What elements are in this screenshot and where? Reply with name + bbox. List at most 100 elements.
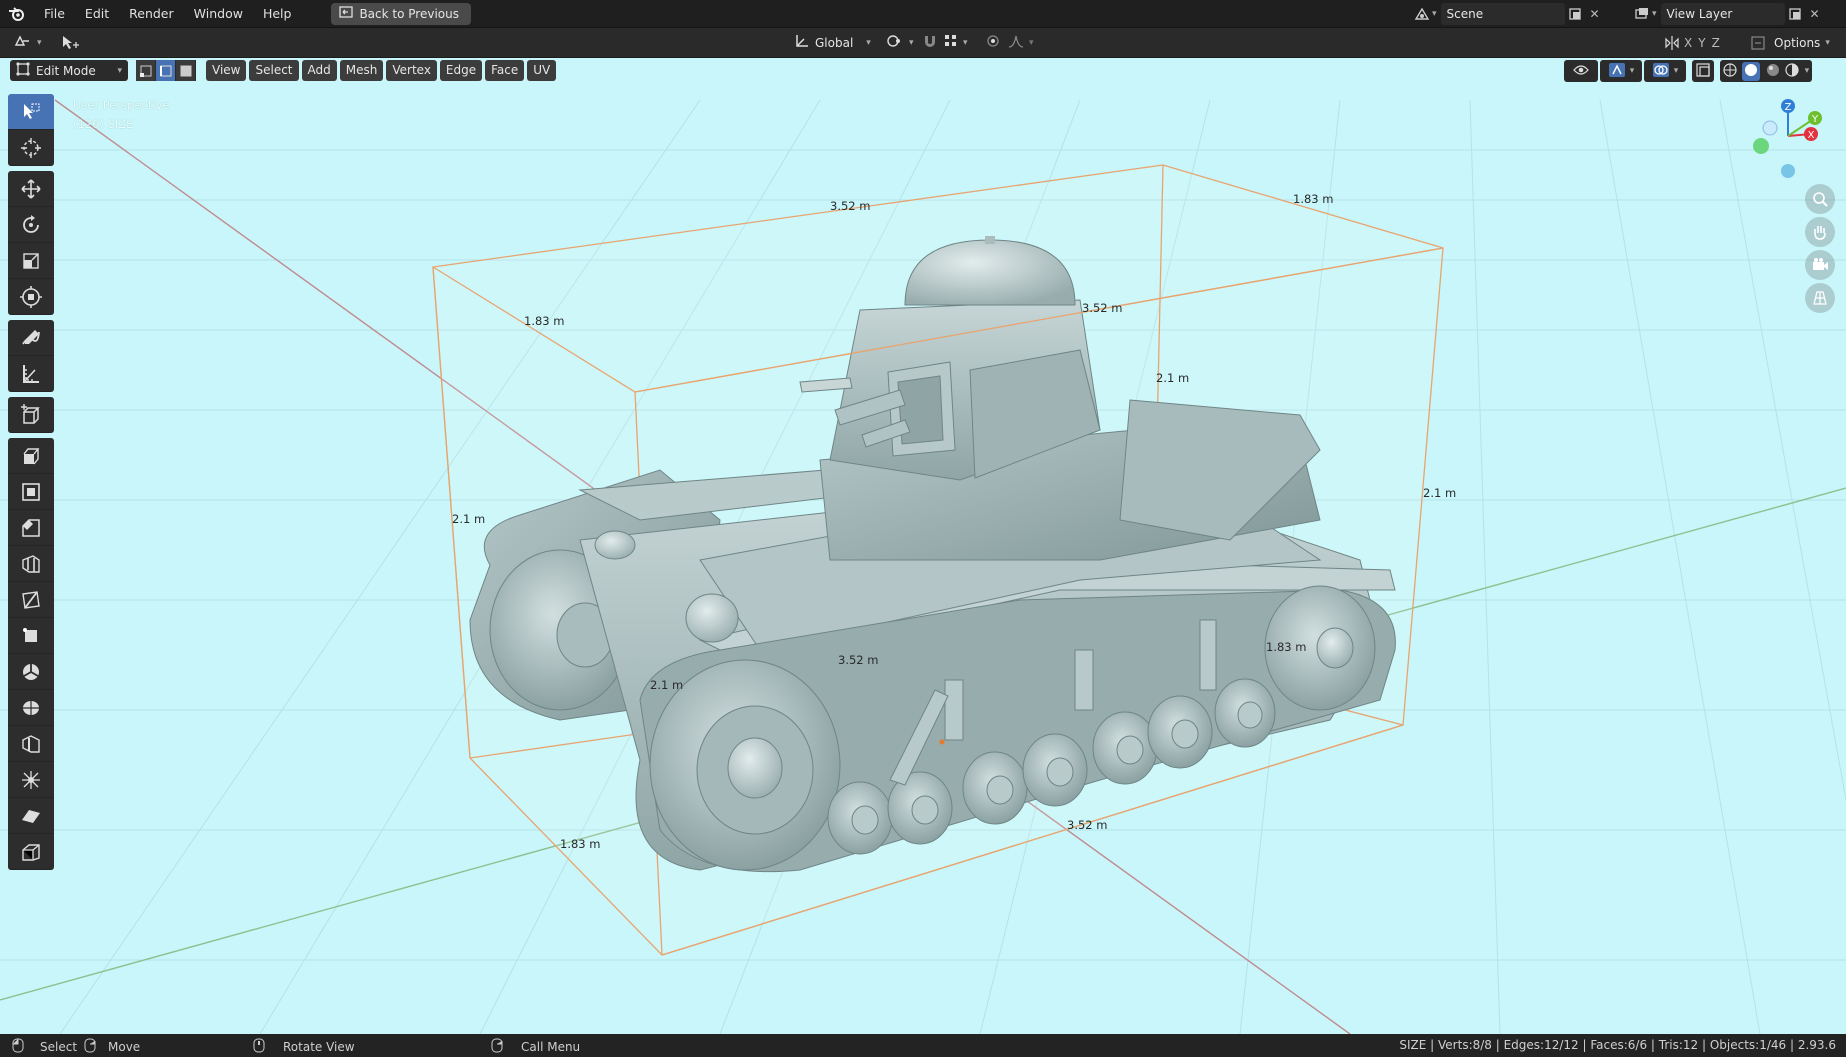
transform-orientation-dropdown[interactable]: Global ▾ <box>790 32 875 54</box>
rip-region-tool-icon[interactable] <box>8 834 54 870</box>
blender-logo-icon[interactable] <box>0 0 34 28</box>
gizmo-z-label: Z <box>1785 102 1792 113</box>
scene-selector[interactable]: ▾ Scene ✕ <box>1412 3 1605 25</box>
gizmo-icon <box>1608 62 1626 81</box>
select-tool-header-icon[interactable] <box>56 32 84 54</box>
knife-tool-icon[interactable] <box>8 582 54 618</box>
navigation-gizmo[interactable]: Z Y X <box>1745 96 1825 186</box>
select-box-tool-icon[interactable] <box>8 94 54 130</box>
symmetry-z-toggle[interactable]: Z <box>1712 36 1720 50</box>
xray-toggle[interactable] <box>1692 60 1714 82</box>
symmetry-y-toggle[interactable]: Y <box>1698 36 1705 50</box>
snap-target-dropdown[interactable]: ▾ <box>940 32 972 54</box>
spin-tool-icon[interactable] <box>8 654 54 690</box>
scene-dropdown-chevron-icon: ▾ <box>1432 9 1437 19</box>
edit-mode-icon <box>16 62 30 79</box>
interaction-mode-dropdown[interactable]: Edit Mode ▾ <box>10 60 128 81</box>
pan-view-hand-icon[interactable] <box>1805 217 1835 247</box>
top-menu-bar: File Edit Render Window Help Back to Pre… <box>0 0 1846 28</box>
poly-build-tool-icon[interactable] <box>8 618 54 654</box>
status-rotate-label: Rotate View <box>283 1040 355 1054</box>
face-select-icon[interactable] <box>176 60 196 81</box>
wireframe-shading-icon[interactable] <box>1723 62 1737 80</box>
camera-view-icon[interactable] <box>1805 250 1835 280</box>
dimension-label: 3.52 m <box>1067 818 1108 832</box>
3d-viewport[interactable]: 3.52 m 1.83 m 1.83 m 3.52 m 2.1 m 2.1 m … <box>0 58 1846 1034</box>
menu-file[interactable]: File <box>34 0 75 28</box>
gizmo-neg-x-axis <box>1762 120 1778 136</box>
viewport-menu-uv[interactable]: UV <box>527 60 557 81</box>
shear-tool-icon[interactable] <box>8 798 54 834</box>
extrude-tool-icon[interactable] <box>8 438 54 474</box>
delete-scene-icon[interactable]: ✕ <box>1585 4 1605 24</box>
gizmo-toggle[interactable]: ▾ <box>1600 60 1642 82</box>
viewport-menu-view[interactable]: View <box>206 60 247 81</box>
rotate-tool-icon[interactable] <box>8 207 54 243</box>
pivot-point-dropdown[interactable]: ▾ <box>882 32 918 54</box>
scale-tool-icon[interactable] <box>8 243 54 279</box>
smooth-tool-icon[interactable] <box>8 690 54 726</box>
object-visibility-dropdown[interactable] <box>1564 60 1598 82</box>
scene-name-field[interactable]: Scene <box>1440 3 1565 25</box>
loop-cut-tool-icon[interactable] <box>8 546 54 582</box>
back-to-previous-button[interactable]: Back to Previous <box>331 2 471 25</box>
mouse-middle-icon <box>253 1038 265 1056</box>
snap-toggle[interactable] <box>918 32 942 54</box>
mode-chevron-icon: ▾ <box>117 65 122 76</box>
gizmo-neg-z-axis <box>1781 164 1795 178</box>
pivot-point-icon <box>886 33 904 52</box>
vertex-select-icon[interactable] <box>136 60 156 81</box>
new-view-layer-icon[interactable] <box>1785 4 1805 24</box>
proportional-edit-toggle[interactable] <box>982 32 1004 54</box>
measure-tool-icon[interactable] <box>8 356 54 392</box>
shrink-fatten-tool-icon[interactable] <box>8 762 54 798</box>
editor-type-icon <box>14 33 32 52</box>
viewport-menu-edge[interactable]: Edge <box>439 60 483 81</box>
menu-window[interactable]: Window <box>184 0 253 28</box>
view-layer-name-field[interactable]: View Layer <box>1660 3 1785 25</box>
editor-type-dropdown[interactable]: ▾ <box>10 32 46 54</box>
material-preview-shading-icon[interactable] <box>1766 63 1780 80</box>
overlays-toggle[interactable]: ▾ <box>1644 60 1686 82</box>
menu-help[interactable]: Help <box>253 0 302 28</box>
zoom-view-icon[interactable] <box>1805 184 1835 214</box>
symmetry-x-toggle[interactable]: X <box>1684 36 1692 50</box>
shading-chevron-icon[interactable]: ▾ <box>1805 66 1810 76</box>
viewport-header: Edit Mode ▾ View Select Add Mesh Vertex … <box>0 58 1846 84</box>
perspective-toggle-grid-icon[interactable] <box>1805 283 1835 313</box>
cursor-tool-icon[interactable] <box>8 130 54 166</box>
solid-shading-icon[interactable] <box>1742 61 1761 81</box>
status-select-hint: Select <box>12 1038 77 1056</box>
delete-view-layer-icon[interactable]: ✕ <box>1805 4 1825 24</box>
add-cube-tool-icon[interactable] <box>8 397 54 433</box>
bevel-tool-icon[interactable] <box>8 510 54 546</box>
edge-select-icon[interactable] <box>156 60 176 81</box>
dimension-label: 3.52 m <box>1082 301 1123 315</box>
proportional-falloff-dropdown[interactable]: ▾ <box>1004 32 1038 54</box>
options-dropdown[interactable]: Options ▾ <box>1770 32 1834 54</box>
view-layer-selector[interactable]: ▾ View Layer ✕ <box>1632 3 1825 25</box>
menu-render[interactable]: Render <box>119 0 184 28</box>
xray-icon <box>1696 62 1710 80</box>
viewport-menu-mesh[interactable]: Mesh <box>339 60 384 81</box>
auto-merge-icon[interactable] <box>1746 32 1770 54</box>
viewport-menu-vertex[interactable]: Vertex <box>386 60 437 81</box>
viewport-menu-add[interactable]: Add <box>301 60 337 81</box>
viewport-menu-select[interactable]: Select <box>249 60 299 81</box>
move-tool-icon[interactable] <box>8 171 54 207</box>
mouse-left-icon <box>12 1038 24 1056</box>
dimension-label: 3.52 m <box>830 199 871 213</box>
annotate-tool-icon[interactable] <box>8 320 54 356</box>
new-scene-icon[interactable] <box>1565 4 1585 24</box>
rendered-shading-icon[interactable] <box>1785 62 1799 80</box>
overlays-icon <box>1652 62 1670 81</box>
menu-edit[interactable]: Edit <box>75 0 119 28</box>
eye-icon <box>1573 64 1589 79</box>
status-bar: Select Move Rotate View Call Menu SIZE |… <box>0 1034 1846 1057</box>
dimension-label: 1.83 m <box>560 837 601 851</box>
inset-faces-tool-icon[interactable] <box>8 474 54 510</box>
edge-slide-tool-icon[interactable] <box>8 726 54 762</box>
transform-tool-icon[interactable] <box>8 279 54 315</box>
viewport-menu-face[interactable]: Face <box>485 60 525 81</box>
editor-header: ▾ Global ▾ ▾ ▾ ▾ X Y Z Options ▾ <box>0 28 1846 58</box>
